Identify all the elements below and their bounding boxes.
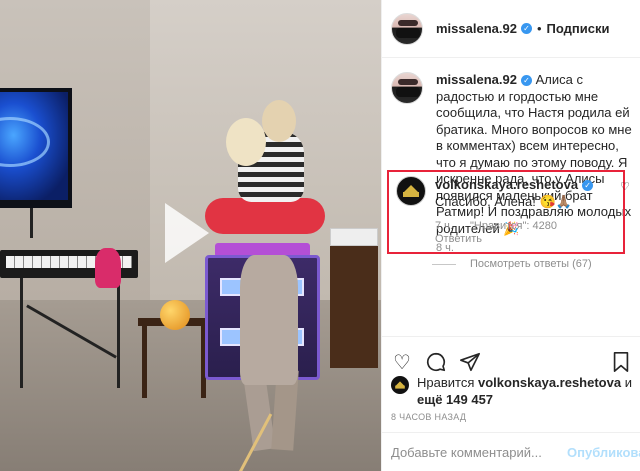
view-replies-link[interactable]: Посмотреть ответы (67) [432,258,592,270]
shelf [330,228,378,368]
likes-prefix: Нравится [417,375,475,390]
video-player[interactable] [0,0,381,471]
author-avatar[interactable] [391,12,423,45]
likes-summary: Нравится volkonskaya.reshetova и ещё 149… [391,375,636,408]
liker-username[interactable]: volkonskaya.reshetova [478,375,621,390]
divider [432,263,456,265]
bookmark-icon[interactable] [610,351,632,373]
likes-and: и [624,375,632,390]
author-avatar[interactable] [391,72,423,104]
action-bar: ♡ [382,336,640,380]
post-header: missalena.92 ✓ • Подписки [382,0,640,58]
commenter-username[interactable]: volkonskaya.reshetova [435,177,578,192]
comment-heart-icon[interactable]: ♡ [620,180,630,193]
caption-author[interactable]: missalena.92 [436,72,517,87]
verified-badge-icon: ✓ [520,75,532,86]
verified-badge-icon: ✓ [520,23,532,34]
publish-button[interactable]: Опубликовать [567,445,640,460]
comment-text: Спасибо, Алена! 😘🙏🏽 [435,194,572,209]
reply-button[interactable]: Ответить [435,233,482,245]
liker-avatar[interactable] [391,376,409,394]
crown-icon [395,381,405,389]
comment-likes[interactable]: "Нравится": 4280 [470,220,557,232]
ball [160,300,190,330]
comment-input[interactable] [391,444,561,460]
television [0,88,72,208]
crown-icon [403,185,419,197]
person-adult [240,255,298,385]
author-username[interactable]: missalena.92 [436,21,517,36]
verified-badge-icon: ✓ [582,180,594,191]
play-icon[interactable] [165,203,215,263]
post-panel: missalena.92 ✓ • Подписки missalena.92 ✓ … [381,0,640,471]
separator: • [536,21,542,36]
view-replies-label: Посмотреть ответы (67) [470,258,592,270]
comment-reply: volkonskaya.reshetova ✓ Спасибо, Алена! 😘… [396,176,636,246]
comment-icon[interactable] [425,351,447,373]
comment-time[interactable]: 7 ч. [435,220,453,232]
table [138,318,210,398]
heart-icon[interactable]: ♡ [391,351,413,373]
share-icon[interactable] [459,351,481,373]
likes-count[interactable]: ещё 149 457 [417,392,493,407]
following-button[interactable]: Подписки [547,21,610,36]
toy [95,248,121,288]
post-timestamp[interactable]: 8 ЧАСОВ НАЗАД [391,412,466,422]
commenter-avatar[interactable] [396,176,426,206]
comment-composer: Опубликовать [382,432,640,471]
